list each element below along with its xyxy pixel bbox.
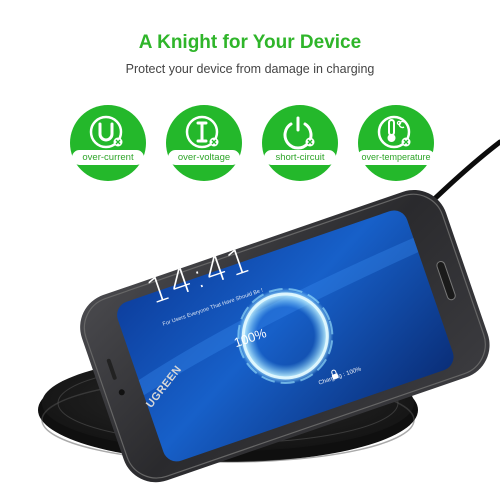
product-photo (38, 139, 500, 483)
product-banner: A Knight for Your Device Protect your de… (0, 0, 500, 500)
